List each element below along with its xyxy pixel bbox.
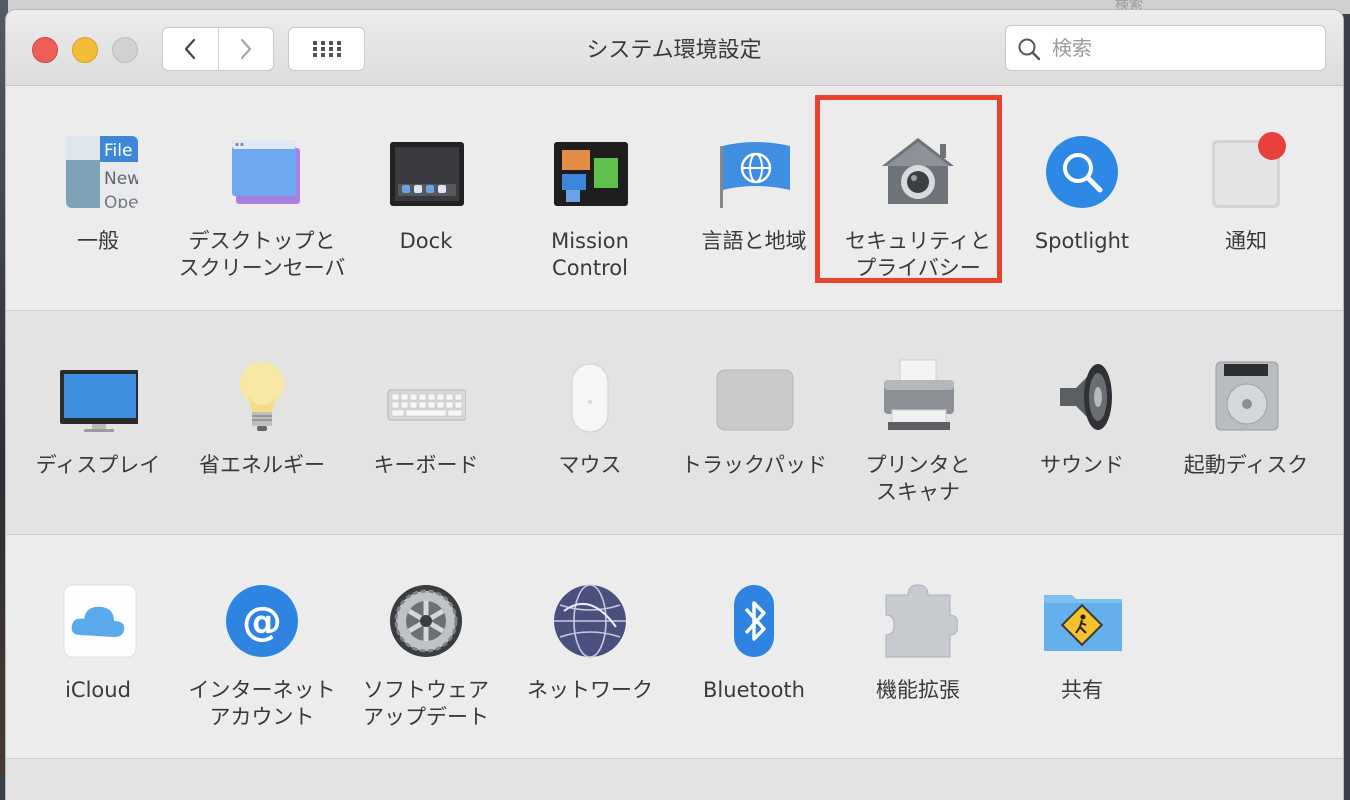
window-title: システム環境設定 (586, 38, 762, 63)
pane-label: Mission Control (551, 229, 629, 280)
preferences-row-4 (6, 759, 1343, 800)
spotlight-icon (1046, 136, 1118, 208)
pane-label: 一般 (77, 229, 119, 253)
general-icon-file-text: File (104, 141, 132, 161)
pane-label: 共有 (1061, 678, 1103, 702)
energy-saver-icon (240, 362, 284, 431)
pane-startup-disk[interactable]: 起動ディスク (1164, 352, 1328, 512)
startup-disk-icon (1215, 361, 1279, 431)
network-icon (554, 584, 626, 658)
pane-display[interactable]: ディスプレイ (16, 352, 180, 512)
title-bar: システム環境設定 (6, 10, 1343, 86)
pane-label: Dock (399, 229, 453, 253)
chevron-right-icon (240, 38, 251, 60)
search-icon (1018, 38, 1041, 61)
pane-label: キーボード (373, 453, 479, 477)
preferences-row-2: ディスプレイ 省エネルギー キーボード マウス トラックパッド プリンタと スキ… (6, 311, 1343, 535)
icloud-icon (63, 584, 137, 658)
pane-keyboard[interactable]: キーボード (344, 352, 508, 512)
pane-label: ディスプレイ (35, 453, 161, 477)
pane-bluetooth[interactable]: Bluetooth (672, 577, 836, 737)
pane-label: デスクトップと スクリーンセーバ (178, 229, 346, 280)
sharing-icon (1044, 595, 1122, 651)
pane-sharing[interactable]: 共有 (1000, 577, 1164, 737)
trackpad-icon (716, 369, 794, 431)
pane-label: セキュリティと プライバシー (845, 229, 991, 280)
pane-printer-scanner[interactable]: プリンタと スキャナ (836, 352, 1000, 512)
pane-dock[interactable]: Dock (344, 128, 508, 288)
pane-desktop-screensaver[interactable]: デスクトップと スクリーンセーバ (179, 128, 345, 288)
pane-label: 起動ディスク (1183, 453, 1309, 477)
pane-energy-saver[interactable]: 省エネルギー (180, 352, 344, 512)
system-preferences-window: システム環境設定 File New Ope (6, 10, 1343, 800)
mission-control-icon (554, 142, 628, 206)
preferences-row-1: File New Ope 一般 デスクトップと スクリーンセーバ Dock Mi… (6, 86, 1343, 311)
pane-trackpad[interactable]: トラックパッド (672, 352, 836, 512)
pane-label: インターネット アカウント (188, 678, 336, 729)
pane-notifications[interactable]: 通知 (1164, 128, 1328, 288)
pane-internet-accounts[interactable]: @ インターネット アカウント (180, 577, 344, 737)
software-update-icon (390, 585, 462, 657)
pane-label: Spotlight (1034, 229, 1130, 253)
dock-icon (390, 142, 464, 206)
show-all-button[interactable] (288, 27, 365, 71)
pane-label: 言語と地域 (701, 229, 807, 253)
pane-mission-control[interactable]: Mission Control (508, 128, 672, 288)
zoom-button[interactable] (112, 37, 138, 63)
pane-network[interactable]: ネットワーク (508, 577, 672, 737)
close-button[interactable] (32, 37, 58, 63)
pane-spotlight[interactable]: Spotlight (1000, 128, 1164, 288)
pane-label: 省エネルギー (199, 453, 325, 477)
forward-button[interactable] (217, 28, 274, 70)
internet-accounts-icon: @ (226, 585, 298, 657)
preferences-row-3: iCloud @ インターネット アカウント ソフトウェア アップデート ネット… (6, 535, 1343, 759)
chevron-left-icon (185, 38, 196, 60)
search-input[interactable] (1050, 34, 1314, 62)
general-icon-new-text: New (104, 169, 138, 189)
general-icon-open-text: Ope (104, 193, 138, 212)
general-icon: File New Ope (66, 136, 138, 212)
extensions-icon (885, 584, 958, 658)
pane-label: プリンタと スキャナ (865, 453, 971, 504)
pane-sound[interactable]: サウンド (1000, 352, 1164, 512)
notifications-icon (1212, 132, 1286, 208)
pane-software-update[interactable]: ソフトウェア アップデート (344, 577, 508, 737)
language-region-icon (720, 142, 790, 208)
bluetooth-icon (734, 585, 774, 657)
printer-scanner-icon (884, 359, 954, 430)
pane-label: ソフトウェア アップデート (363, 678, 489, 729)
pane-icloud[interactable]: iCloud (16, 577, 180, 737)
svg-text:@: @ (242, 599, 282, 645)
pane-label: Bluetooth (703, 678, 805, 702)
pane-language-region[interactable]: 言語と地域 (672, 128, 836, 288)
grid-icon (312, 41, 341, 57)
security-privacy-icon (882, 138, 954, 204)
display-icon (60, 370, 138, 432)
sound-icon (1060, 364, 1112, 430)
keyboard-icon (387, 389, 466, 421)
pane-label: ネットワーク (527, 678, 653, 702)
pane-label: サウンド (1040, 453, 1124, 477)
pane-label: 通知 (1225, 229, 1267, 253)
search-field[interactable] (1005, 25, 1326, 71)
pane-extensions[interactable]: 機能拡張 (836, 577, 1000, 737)
pane-label: マウス (558, 453, 622, 477)
navigation-buttons (162, 27, 274, 71)
pane-general[interactable]: File New Ope 一般 (16, 128, 180, 288)
pane-label: iCloud (65, 678, 131, 702)
pane-label: 機能拡張 (876, 678, 960, 702)
back-button[interactable] (163, 28, 218, 70)
desktop-screensaver-icon (232, 140, 300, 204)
minimize-button[interactable] (72, 37, 98, 63)
mouse-icon (571, 363, 609, 433)
pane-mouse[interactable]: マウス (508, 352, 672, 512)
pane-security-privacy[interactable]: セキュリティと プライバシー (836, 128, 1000, 288)
pane-label: トラックパッド (681, 453, 827, 477)
